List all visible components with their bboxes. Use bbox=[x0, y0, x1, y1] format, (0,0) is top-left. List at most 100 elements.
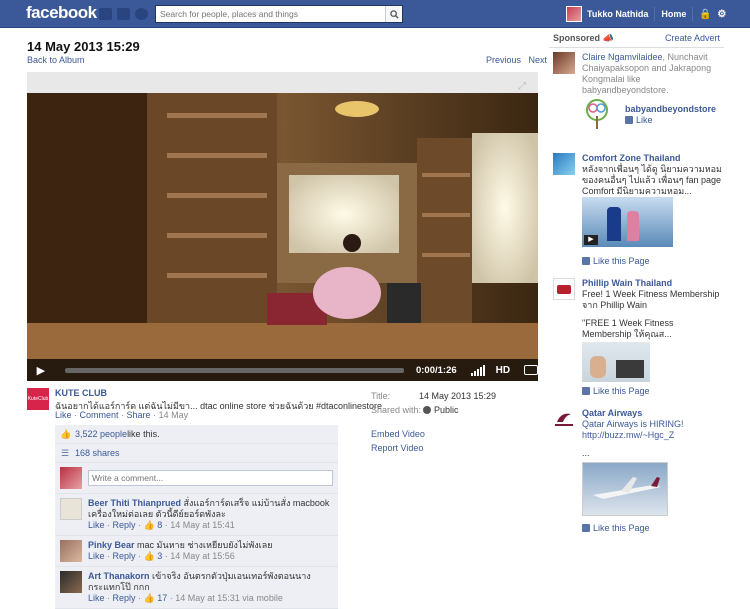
user-name-link[interactable]: Tukko Nathida bbox=[587, 9, 648, 19]
commenter-name-link[interactable]: Art Thanakorn bbox=[88, 571, 150, 581]
comfort-zone-logo bbox=[553, 153, 575, 175]
comment-like-count[interactable]: 👍 3 bbox=[144, 551, 163, 561]
sponsored-ad[interactable]: Comfort Zone Thailand หลังจากเพื่อนๆ ได้… bbox=[553, 153, 723, 268]
likes-suffix: like this. bbox=[127, 429, 160, 439]
commenter-name-link[interactable]: Pinky Bear bbox=[88, 540, 135, 550]
shares-row: ☰ 168 shares bbox=[55, 444, 338, 463]
title-label: Title: bbox=[371, 391, 391, 401]
comment-item: Pinky Bear mac มันหาย ช่างเหยียบยังไม่พั… bbox=[55, 536, 338, 567]
comment-like-link[interactable]: Like bbox=[88, 551, 105, 561]
comment-like-link[interactable]: Like bbox=[88, 520, 105, 530]
comment-like-count[interactable]: 👍 8 bbox=[144, 520, 163, 530]
search-icon bbox=[389, 9, 399, 19]
comment-actions: Like · Reply · 👍 17 · 14 May at 15:31 vi… bbox=[88, 593, 283, 603]
comment-time: 14 May at 15:31 via mobile bbox=[175, 593, 283, 603]
comment-input[interactable] bbox=[88, 470, 333, 486]
ad-body: Free! 1 Week Fitness Membership จาก Phil… bbox=[582, 289, 720, 310]
post-author-link[interactable]: KUTE CLUB bbox=[55, 388, 107, 398]
seek-bar[interactable] bbox=[64, 367, 404, 373]
messages-icon[interactable] bbox=[117, 8, 130, 20]
ad-quote: "FREE 1 Week Fitness Membership ให้คุณส.… bbox=[582, 318, 674, 339]
comment-link[interactable]: Comment bbox=[80, 410, 119, 420]
top-navigation-bar: facebook Tukko Nathida Home 🔒 ⚙ bbox=[0, 0, 750, 28]
user-nav: Tukko Nathida Home 🔒 ⚙ bbox=[566, 6, 727, 22]
sponsored-label: Sponsored 📣 bbox=[553, 33, 614, 43]
ad-like-page-button[interactable]: Like this Page bbox=[582, 386, 650, 396]
video-options: Embed Video Report Video bbox=[371, 427, 425, 455]
user-avatar[interactable] bbox=[566, 6, 582, 22]
share-link[interactable]: Share bbox=[127, 410, 151, 420]
comment-reply-link[interactable]: Reply bbox=[113, 551, 136, 561]
commenter-name-link[interactable]: Beer Thiti Thianprued bbox=[88, 498, 181, 508]
expand-icon[interactable]: ⤢ bbox=[518, 81, 530, 92]
page-title: 14 May 2013 15:29 bbox=[27, 39, 140, 54]
embed-video-link[interactable]: Embed Video bbox=[371, 427, 425, 441]
sponsored-header: Sponsored 📣 Create Advert bbox=[549, 30, 724, 48]
ad-image[interactable]: ▶ bbox=[582, 197, 673, 247]
privacy-shortcuts-icon[interactable]: 🔒 bbox=[699, 9, 711, 20]
ad-brand-name[interactable]: babyandbeyondstore bbox=[625, 104, 716, 114]
friend-requests-icon[interactable] bbox=[99, 8, 112, 20]
ad-like-page-button[interactable]: Like this Page bbox=[582, 523, 650, 533]
comment-like-count[interactable]: 👍 17 bbox=[144, 593, 168, 603]
ad-image[interactable] bbox=[582, 342, 650, 382]
public-globe-icon bbox=[423, 406, 431, 414]
title-value: 14 May 2013 15:29 bbox=[419, 391, 497, 401]
search-bar bbox=[155, 5, 403, 23]
shared-with-value[interactable]: Public bbox=[434, 405, 459, 415]
commenter-avatar[interactable] bbox=[60, 571, 82, 593]
fullscreen-icon[interactable] bbox=[524, 365, 538, 375]
comment-composer bbox=[55, 463, 338, 494]
next-link[interactable]: Next bbox=[529, 55, 548, 65]
shares-count-link[interactable]: 168 shares bbox=[75, 448, 120, 458]
ad-title[interactable]: Comfort Zone Thailand bbox=[582, 153, 723, 164]
ad-like-button[interactable]: Like bbox=[625, 115, 653, 125]
thumbs-up-icon bbox=[582, 257, 590, 265]
friend-name-link[interactable]: Claire Ngamvilaidee bbox=[582, 52, 663, 62]
commenter-avatar[interactable] bbox=[60, 498, 82, 520]
phillip-wain-logo bbox=[553, 278, 575, 300]
comment-reply-link[interactable]: Reply bbox=[113, 520, 136, 530]
ad-like-page-button[interactable]: Like this Page bbox=[582, 256, 650, 266]
likes-count-link[interactable]: 3,522 people bbox=[75, 429, 127, 439]
previous-link[interactable]: Previous bbox=[486, 55, 521, 65]
comment-item: Art Thanakorn เข้าจริง อันตรกตัวปุ่มเอนเ… bbox=[55, 567, 338, 609]
comment-reply-link[interactable]: Reply bbox=[113, 593, 136, 603]
search-button[interactable] bbox=[385, 6, 402, 22]
nav-divider bbox=[654, 7, 656, 21]
nav-divider bbox=[692, 7, 694, 21]
ad-image[interactable] bbox=[582, 462, 668, 516]
sponsored-ad[interactable]: Qatar Airways Qatar Airways is HIRING! h… bbox=[553, 408, 723, 536]
video-player[interactable]: ▶ 0:00/1:26 HD bbox=[27, 93, 538, 381]
feedback-box: 👍 3,522 people like this. ☰ 168 shares B… bbox=[55, 425, 338, 609]
comment-item: Beer Thiti Thianprued สั่งแอร์การ์ดเสร็จ… bbox=[55, 494, 338, 536]
facebook-logo[interactable]: facebook bbox=[26, 3, 97, 23]
search-input[interactable] bbox=[156, 6, 385, 22]
commenter-avatar[interactable] bbox=[60, 540, 82, 562]
play-icon: ▶ bbox=[584, 235, 598, 245]
play-icon[interactable]: ▶ bbox=[27, 364, 55, 377]
settings-gear-icon[interactable]: ⚙ bbox=[716, 9, 727, 20]
report-video-link[interactable]: Report Video bbox=[371, 441, 425, 455]
post-date: 14 May bbox=[158, 410, 189, 420]
create-advert-link[interactable]: Create Advert bbox=[665, 33, 720, 44]
back-to-album-link[interactable]: Back to Album bbox=[27, 55, 85, 65]
notifications-globe-icon[interactable] bbox=[135, 8, 148, 20]
comment-time: 14 May at 15:56 bbox=[170, 551, 235, 561]
video-controls: ▶ 0:00/1:26 HD bbox=[27, 359, 538, 381]
ad-body-link[interactable]: Qatar Airways is HIRING! http://buzz.mw/… bbox=[582, 419, 723, 441]
volume-icon[interactable] bbox=[470, 364, 486, 376]
ad-ellipsis: ... bbox=[582, 448, 590, 458]
thumbs-up-icon bbox=[582, 524, 590, 532]
like-link[interactable]: Like bbox=[55, 410, 72, 420]
qatar-airways-logo bbox=[553, 408, 575, 430]
page-avatar[interactable]: KuteClub bbox=[27, 388, 49, 410]
home-link[interactable]: Home bbox=[661, 9, 686, 19]
sponsored-ad[interactable]: Claire Ngamvilaidee, Nunchavit Chaiyapak… bbox=[553, 52, 723, 132]
sponsored-ad[interactable]: Phillip Wain Thailand Free! 1 Week Fitne… bbox=[553, 278, 723, 398]
thumbs-up-icon bbox=[582, 387, 590, 395]
hd-toggle[interactable]: HD bbox=[496, 365, 510, 376]
ad-title[interactable]: Qatar Airways bbox=[582, 408, 723, 419]
ad-title[interactable]: Phillip Wain Thailand bbox=[582, 278, 723, 289]
comment-like-link[interactable]: Like bbox=[88, 593, 105, 603]
